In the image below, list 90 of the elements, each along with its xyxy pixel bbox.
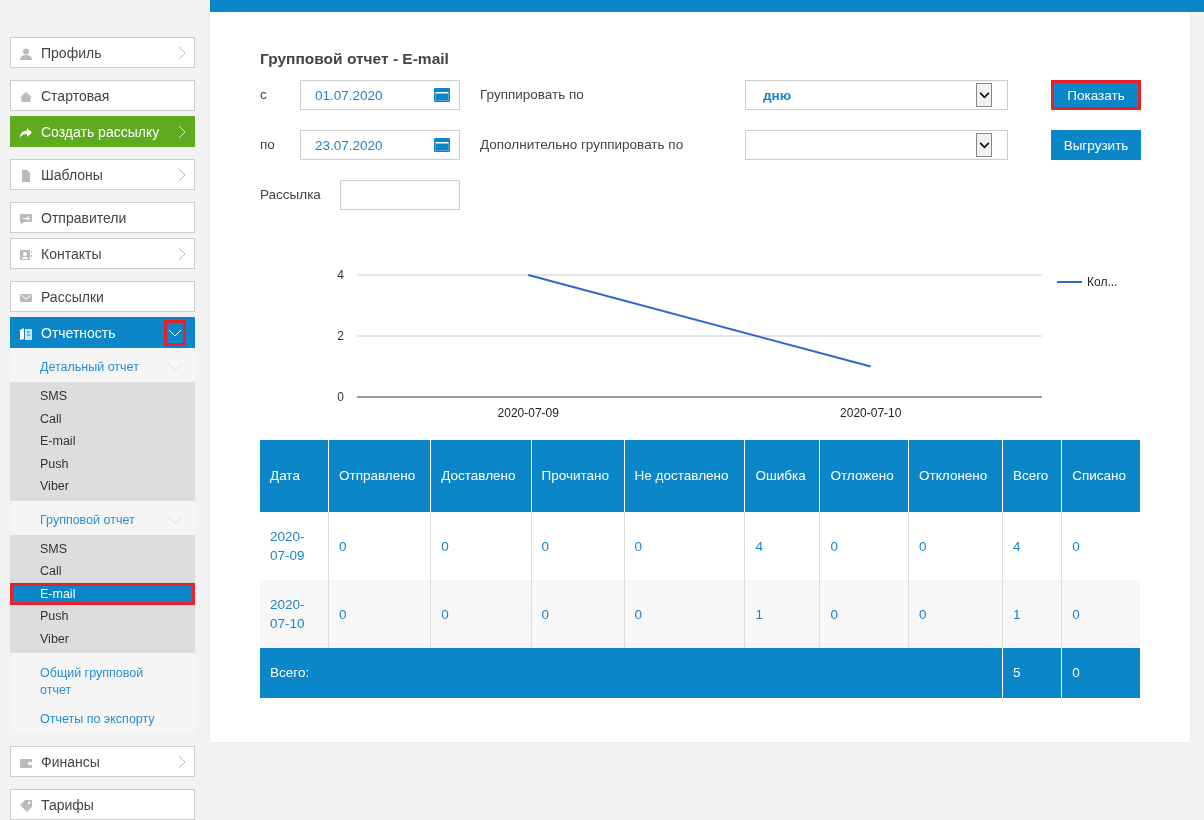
column-header: Отложено (830, 468, 894, 483)
table-link[interactable]: 0 (1072, 538, 1080, 554)
chevron-down-icon[interactable] (164, 319, 186, 346)
y-tick-label: 2 (337, 329, 344, 343)
report-icon (20, 326, 32, 339)
submenu-link[interactable]: Отчеты по экспорту (10, 699, 195, 728)
table-link[interactable]: 0 (830, 538, 838, 554)
total-label: Всего: (270, 665, 310, 680)
submenu-item[interactable]: SMS (10, 537, 195, 560)
sidebar-item[interactable]: Тарифы (10, 789, 195, 820)
chevron-right-icon[interactable] (178, 124, 186, 139)
chevron-right-icon[interactable] (178, 246, 186, 261)
x-tick-label: 2020-07-10 (840, 406, 902, 420)
mailing-label: Рассылка (260, 186, 322, 204)
y-tick-label: 0 (337, 390, 344, 404)
submenu-item[interactable]: Push (10, 452, 195, 475)
submenu-item[interactable]: E-mail (10, 582, 195, 605)
column-header: Отклонено (919, 468, 988, 483)
chevron-right-icon[interactable] (178, 167, 186, 182)
column-header: Доставлено (441, 468, 516, 483)
to-label: по (260, 136, 276, 154)
table-link[interactable]: 0 (830, 606, 838, 622)
tag-icon (20, 798, 32, 811)
submenu-item[interactable]: SMS (10, 385, 195, 408)
sidebar-item[interactable]: Создать рассылку (10, 116, 195, 147)
submenu-item[interactable]: Call (10, 560, 195, 583)
table-link[interactable]: 4 (1012, 538, 1021, 554)
report-title: Групповой отчет - E-mail (260, 50, 450, 68)
table-link[interactable]: 1 (1012, 606, 1021, 622)
user-icon (20, 46, 32, 59)
from-label: с (260, 86, 268, 104)
share-icon (20, 125, 32, 138)
y-tick-label: 4 (337, 268, 344, 282)
table-link[interactable]: 4 (755, 538, 763, 554)
contacts-icon (20, 247, 32, 260)
sidebar-item[interactable]: Отправители (10, 202, 195, 233)
table-link[interactable]: 0 (541, 606, 550, 622)
column-header: Отправлено (339, 468, 416, 483)
submenu-item[interactable]: E-mail (10, 430, 195, 453)
sidebar-item[interactable]: Профиль (10, 37, 195, 68)
table-link[interactable]: 0 (634, 538, 643, 554)
sender-icon (20, 211, 32, 224)
column-header: Ошибка (755, 468, 806, 483)
submenu-header[interactable]: Групповой отчет (40, 512, 157, 527)
table-link[interactable]: 0 (1072, 606, 1080, 622)
table-link[interactable]: 2020-07-09 (270, 527, 310, 565)
group-by-select[interactable]: дню (745, 80, 1008, 110)
total-value: 5 (1012, 665, 1021, 680)
legend-label: Кол... (1087, 275, 1118, 289)
mailing-input-field[interactable] (340, 180, 460, 210)
x-tick-label: 2020-07-09 (497, 406, 559, 420)
sidebar-item[interactable]: Шаблоны (10, 159, 195, 190)
extra-group-by-label: Дополнительно группировать по (480, 136, 685, 154)
sidebar-item[interactable]: Отчетность (10, 317, 195, 348)
table-link[interactable]: 0 (634, 606, 643, 622)
table-link[interactable]: 0 (541, 538, 550, 554)
doc-icon (20, 168, 32, 181)
column-header: Списано (1072, 468, 1127, 483)
column-header: Всего (1012, 468, 1049, 483)
table-link[interactable]: 0 (919, 538, 927, 554)
column-header: Прочитано (541, 468, 609, 483)
submenu-link[interactable]: Общий групповой отчет (10, 653, 195, 699)
chevron-right-icon[interactable] (178, 754, 186, 769)
calendar-icon[interactable] (434, 138, 450, 152)
home-icon (20, 89, 32, 102)
date-field[interactable]: 01.07.2020 (300, 80, 460, 110)
table-link[interactable]: 1 (755, 606, 763, 622)
sidebar-item[interactable]: Стартовая (10, 80, 195, 111)
table-link[interactable]: 0 (441, 606, 449, 622)
table-link[interactable]: 0 (339, 606, 347, 622)
sidebar-item[interactable]: Контакты (10, 238, 195, 269)
submenu-item[interactable]: Push (10, 605, 195, 628)
column-header: Дата (270, 468, 300, 483)
submenu-item[interactable]: Viber (10, 627, 195, 650)
sidebar-item[interactable]: Финансы (10, 746, 195, 777)
table-link[interactable]: 0 (441, 538, 449, 554)
table-link[interactable]: 0 (919, 606, 927, 622)
show-button[interactable]: Показать (1051, 80, 1141, 110)
submenu-item[interactable]: Viber (10, 475, 195, 498)
date-field[interactable]: 23.07.2020 (300, 130, 460, 160)
sidebar-item[interactable]: Рассылки (10, 281, 195, 312)
submenu-header[interactable]: Детальный отчет (40, 360, 157, 374)
table-link[interactable]: 0 (339, 538, 347, 554)
chevron-right-icon[interactable] (178, 45, 186, 60)
group-by-label: Группировать по (480, 86, 585, 104)
column-header: Не доставлено (634, 468, 729, 483)
export-button[interactable]: Выгрузить (1051, 130, 1141, 160)
charged-value: 0 (1072, 665, 1080, 680)
submenu-item[interactable]: Call (10, 407, 195, 430)
calendar-icon[interactable] (434, 88, 450, 102)
